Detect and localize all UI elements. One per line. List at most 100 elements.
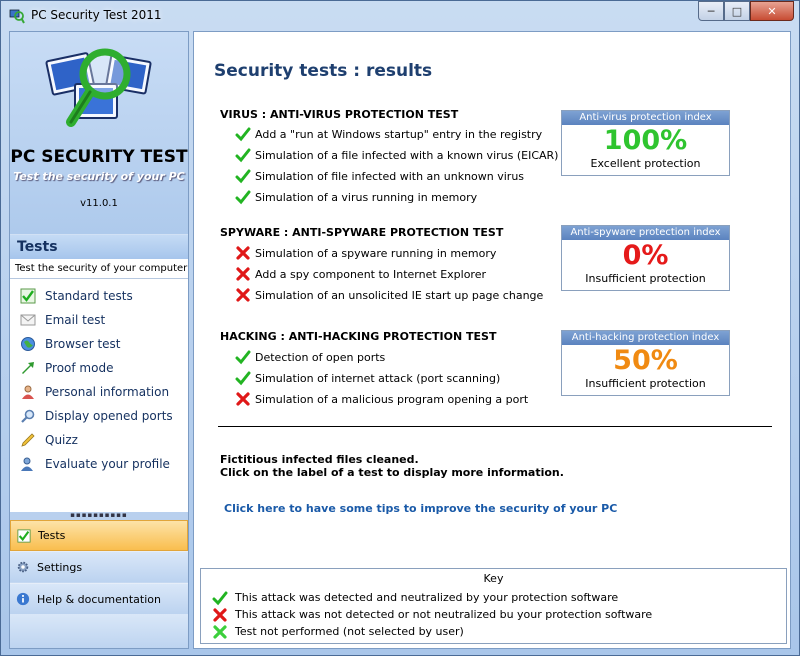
antihacking-index-box: Anti-hacking protection index 50% Insuff…: [561, 330, 730, 396]
sidebar-item-display-opened-ports[interactable]: Display opened ports: [19, 406, 173, 426]
test-row[interactable]: Add a "run at Windows startup" entry in …: [234, 124, 542, 144]
index-title: Anti-spyware protection index: [562, 226, 729, 240]
minimize-icon: ─: [707, 4, 715, 18]
red-x-icon: [211, 606, 229, 623]
sidebar-item-email-test[interactable]: Email test: [19, 310, 105, 330]
test-row[interactable]: Simulation of a virus running in memory: [234, 187, 477, 207]
index-value: 50%: [613, 345, 678, 376]
gear-icon: [15, 559, 31, 575]
info-icon: [15, 591, 31, 607]
magnifier-icon: [19, 408, 37, 424]
tests-section-title: Tests: [17, 239, 58, 255]
test-row[interactable]: Simulation of a file infected with a kno…: [234, 145, 558, 165]
bottom-tab-label: Help & documentation: [37, 592, 161, 606]
person-icon: [19, 384, 37, 400]
maximize-icon: □: [731, 4, 743, 18]
key-row: This attack was detected and neutralized…: [211, 589, 618, 606]
spyware-section-heading: SPYWARE : ANTI-SPYWARE PROTECTION TEST: [220, 226, 504, 239]
app-icon: [9, 8, 25, 24]
sidebar-item-standard-tests[interactable]: Standard tests: [19, 286, 133, 306]
sidebar-item-personal-information[interactable]: Personal information: [19, 382, 169, 402]
check-icon: [234, 369, 252, 387]
sidebar: PC SECURITY TEST Test the security of yo…: [9, 31, 189, 649]
index-title: Anti-virus protection index: [562, 111, 729, 125]
sidebar-item-label: Browser test: [45, 337, 121, 351]
check-icon: [234, 348, 252, 366]
test-label: Simulation of an unsolicited IE start up…: [255, 288, 544, 302]
logo-magnifier-icon: [45, 48, 152, 127]
red-x-icon: [234, 244, 252, 262]
sidebar-item-label: Personal information: [45, 385, 170, 399]
check-box-icon: [16, 528, 32, 544]
sidebar-item-proof-mode[interactable]: Proof mode: [19, 358, 113, 378]
tests-section-header: Tests: [10, 235, 188, 259]
key-row: This attack was not detected or not neut…: [211, 606, 652, 623]
test-row[interactable]: Add a spy component to Internet Explorer: [234, 264, 486, 284]
bottom-tab-settings[interactable]: Settings: [10, 551, 188, 582]
profile-icon: [19, 456, 37, 472]
cleaned-note: Fictitious infected files cleaned.: [220, 453, 419, 466]
title-bar[interactable]: PC Security Test 2011 ─ □ ✕: [1, 1, 799, 31]
arrow-icon: [19, 360, 37, 376]
page-title: Security tests : results: [214, 61, 433, 81]
test-row[interactable]: Simulation of internet attack (port scan…: [234, 368, 500, 388]
key-label: This attack was detected and neutralized…: [235, 591, 619, 604]
test-row[interactable]: Simulation of file infected with an unkn…: [234, 166, 524, 186]
test-row[interactable]: Simulation of a spyware running in memor…: [234, 243, 496, 263]
test-label: Simulation of a malicious program openin…: [255, 392, 529, 406]
window-title: PC Security Test 2011: [31, 8, 162, 22]
mail-icon: [19, 312, 37, 328]
test-label: Simulation of a spyware running in memor…: [255, 246, 497, 260]
tests-section-subtitle: Test the security of your computer: [10, 259, 188, 279]
logo-area: PC SECURITY TEST Test the security of yo…: [10, 32, 188, 234]
check-icon: [234, 146, 252, 164]
splitter-handle[interactable]: ▪▪▪▪▪▪▪▪▪▪: [10, 512, 188, 520]
version-label: v11.0.1: [80, 198, 118, 209]
test-label: Simulation of a file infected with a kno…: [255, 148, 559, 162]
sidebar-item-label: Email test: [45, 313, 106, 327]
sidebar-item-label: Proof mode: [45, 361, 114, 375]
test-label: Add a "run at Windows startup" entry in …: [255, 127, 543, 141]
sidebar-item-browser-test[interactable]: Browser test: [19, 334, 121, 354]
index-rating: Insufficient protection: [585, 272, 706, 285]
hacking-section-heading: HACKING : ANTI-HACKING PROTECTION TEST: [220, 330, 497, 343]
sidebar-item-label: Quizz: [45, 433, 78, 447]
antispyware-index-box: Anti-spyware protection index 0% Insuffi…: [561, 225, 730, 291]
bottom-tab-tests[interactable]: Tests: [10, 520, 188, 551]
test-row[interactable]: Simulation of a malicious program openin…: [234, 389, 528, 409]
key-legend: Key This attack was detected and neutral…: [200, 568, 787, 644]
test-label: Simulation of internet attack (port scan…: [255, 371, 501, 385]
sidebar-item-evaluate-your-profile[interactable]: Evaluate your profile: [19, 454, 170, 474]
bottom-tab-help[interactable]: Help & documentation: [10, 583, 188, 614]
key-label: Test not performed (not selected by user…: [235, 625, 464, 638]
maximize-button[interactable]: □: [724, 1, 750, 21]
test-row[interactable]: Simulation of an unsolicited IE start up…: [234, 285, 543, 305]
index-rating: Excellent protection: [590, 157, 701, 170]
index-rating: Insufficient protection: [585, 377, 706, 390]
globe-icon: [19, 336, 37, 352]
test-label: Simulation of a virus running in memory: [255, 190, 478, 204]
green-x-icon: [211, 623, 229, 640]
close-button[interactable]: ✕: [750, 1, 794, 21]
key-row: Test not performed (not selected by user…: [211, 623, 464, 640]
sidebar-item-label: Display opened ports: [45, 409, 173, 423]
logo-subtitle: Test the security of your PC: [13, 170, 185, 183]
index-value: 0%: [622, 240, 669, 271]
check-icon: [234, 167, 252, 185]
pencil-icon: [19, 432, 37, 448]
security-tips-link[interactable]: Click here to have some tips to improve …: [224, 502, 617, 515]
red-x-icon: [234, 265, 252, 283]
test-label: Detection of open ports: [255, 350, 386, 364]
virus-section-heading: VIRUS : ANTI-VIRUS PROTECTION TEST: [220, 108, 459, 121]
index-value: 100%: [603, 125, 688, 156]
minimize-button[interactable]: ─: [698, 1, 724, 21]
test-row[interactable]: Detection of open ports: [234, 347, 385, 367]
key-label: This attack was not detected or not neut…: [235, 608, 653, 621]
bottom-tab-label: Tests: [38, 529, 66, 542]
sidebar-bottom-fill: [10, 614, 188, 648]
bottom-tab-label: Settings: [37, 560, 83, 574]
results-panel: Security tests : results VIRUS : ANTI-VI…: [193, 31, 791, 649]
test-label: Simulation of file infected with an unkn…: [255, 169, 525, 183]
test-label: Add a spy component to Internet Explorer: [255, 267, 486, 281]
sidebar-item-quizz[interactable]: Quizz: [19, 430, 78, 450]
